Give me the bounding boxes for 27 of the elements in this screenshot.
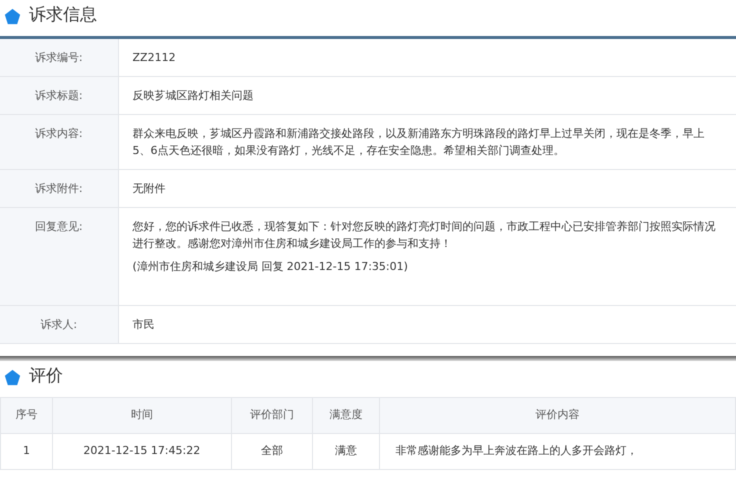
field-label: 回复意见: — [34, 220, 83, 233]
field-value: (漳州市住房和城乡建设局 回复 2021-12-15 17:35:01) — [132, 259, 409, 275]
table-cell: 满意 — [312, 434, 380, 470]
column-header: 序号 — [0, 398, 53, 434]
field-value: 无附件 — [132, 181, 166, 197]
column-header: 时间 — [52, 398, 232, 434]
pentagon-icon — [4, 368, 21, 386]
field-value: ZZ2112 — [132, 50, 177, 66]
field-label: 诉求编号: — [34, 51, 83, 64]
field-value: 反映芗城区路灯相关问题 — [132, 88, 254, 104]
field-label: 诉求标题: — [34, 89, 83, 102]
field-value: 您好，您的诉求件已收悉，现答复如下：针对您反映的路灯亮灯时间的问题，市政工程中心已安排管养部门按照实际情况进行整改。感谢您对漳州市住房和城乡建设局工作的参与和支持！ — [132, 219, 716, 252]
pentagon-icon — [4, 8, 21, 24]
field-label: 诉求人: — [40, 318, 78, 331]
column-header: 评价内容 — [379, 398, 736, 434]
section-title: 评价 — [29, 365, 63, 388]
table-cell: 非常感谢能多为早上奔波在路上的人多开会路灯， — [379, 434, 736, 470]
table-cell: 2021-12-15 17:45:22 — [52, 434, 232, 470]
field-value: 市民 — [132, 317, 156, 333]
field-label: 诉求内容: — [34, 127, 83, 140]
table-cell: 全部 — [231, 434, 312, 470]
field-label: 诉求附件: — [34, 182, 83, 195]
column-header: 满意度 — [312, 398, 380, 434]
field-value: 群众来电反映，芗城区丹霞路和新浦路交接处路段，以及新浦路东方明珠路段的路灯早上过早关闭，现在是冬季，早上5、6点天色还很暗，如果没有路灯，光线不足，存在安全隐患。希望相关部门调查处理。 — [132, 126, 706, 159]
column-header: 评价部门 — [231, 398, 312, 434]
table-cell: 1 — [0, 434, 53, 470]
section-title: 诉求信息 — [29, 4, 97, 28]
